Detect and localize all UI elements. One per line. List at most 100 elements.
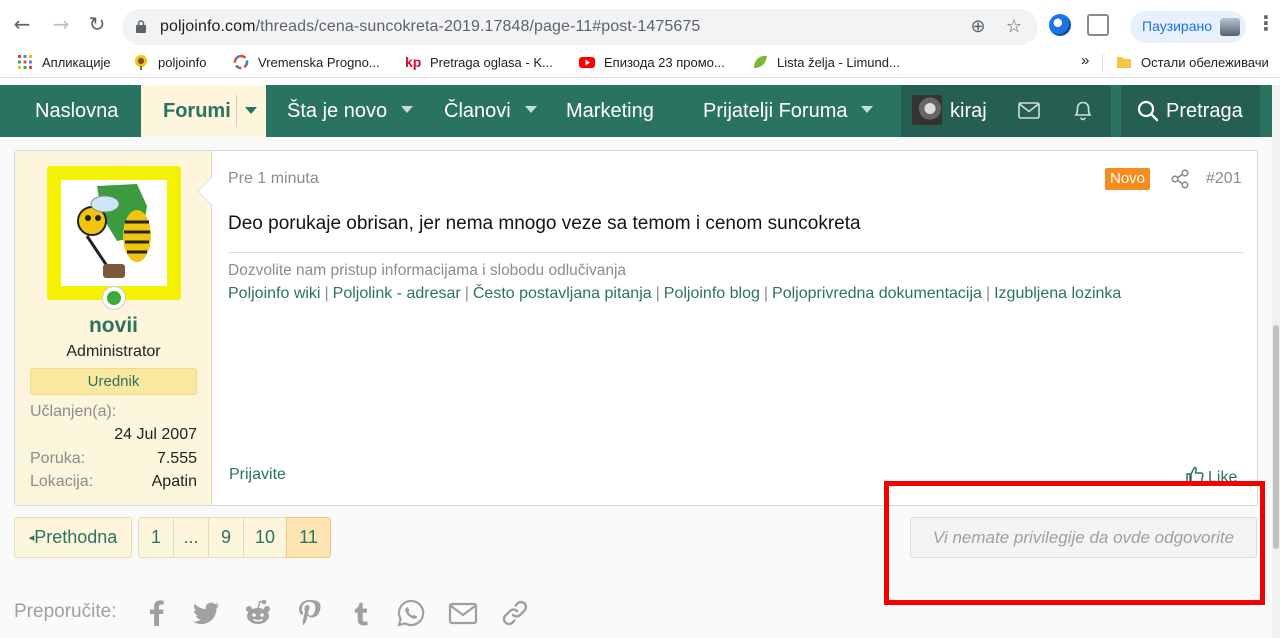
email-icon[interactable] [448,598,478,628]
reload-icon[interactable]: ↻ [85,12,109,36]
post-body: Deo porukaje obrisan, jer nema mnogo vez… [228,213,861,234]
signature-separator: | [324,285,329,302]
avatar[interactable] [912,95,942,125]
new-badge: Novo [1105,168,1150,190]
post-timestamp[interactable]: Pre 1 minuta [228,170,319,188]
forum-post: novii Administrator Urednik Učlanjen(a):… [14,150,1258,506]
twitter-icon[interactable] [191,598,221,628]
tumblr-icon[interactable] [346,598,376,628]
pagination-current-page[interactable]: 11 [286,517,331,558]
nav-marketing[interactable]: Marketing [566,85,654,137]
nav-whats-new[interactable]: Šta je novo [287,85,414,137]
nav-home[interactable]: Naslovna [35,85,118,137]
signature-link[interactable]: Poljolink - adresar [333,285,461,302]
bee-mascot-icon [61,180,167,286]
bookmark-poljoinfo[interactable]: poljoinfo [133,54,206,74]
site-navigation: Naslovna Forumi Šta je novo Članovi Mark… [0,85,1280,137]
address-bar[interactable]: poljoinfo.com/threads/cena-suncokreta-20… [122,9,1038,45]
star-bookmark-icon[interactable]: ☆ [1004,17,1024,37]
signature-tagline: Dozvolite nam pristup informacijama i sl… [228,262,627,279]
signature-link[interactable]: Poljoinfo wiki [228,285,320,302]
lock-icon [136,20,146,33]
kp-logo-icon: kp [405,54,421,70]
inbox-icon[interactable] [1018,102,1040,119]
more-menu-icon[interactable]: ⋮ [1256,12,1276,36]
pagination-page[interactable]: 10 [243,517,287,558]
svg-text:kp: kp [405,54,421,70]
folder-icon [1117,57,1131,68]
bookmark-limundo[interactable]: Lista želja - Limund... [752,54,900,74]
nav-username[interactable]: kiraj [950,85,987,137]
author-avatar[interactable] [47,166,181,300]
pagination-page[interactable]: 9 [208,517,244,558]
apps-grid-icon [18,55,32,69]
bookmarks-overflow-chevron[interactable]: » [1081,52,1089,72]
profile-avatar [1220,18,1240,36]
signature-separator: | [985,285,991,302]
nav-friends[interactable]: Prijatelji Foruma [703,85,874,137]
bookmark-apps[interactable]: Апликације [17,54,111,74]
signature-separator: | [464,285,469,302]
signature-separator: | [655,285,660,302]
signature-link[interactable]: Poljoprivredna dokumentacija [772,285,982,302]
post-author-panel: novii Administrator Urednik Učlanjen(a):… [15,151,212,505]
nav-members[interactable]: Članovi [444,85,537,137]
extension-globe-icon[interactable] [1049,14,1071,36]
highlight-box [884,481,1265,605]
pagination-skip[interactable]: ... [173,517,209,558]
pagination-page[interactable]: 1 [138,517,174,558]
browser-toolbar: ← → ↻ poljoinfo.com/threads/cena-suncokr… [0,0,1280,48]
author-banner: Urednik [30,368,197,395]
signature-separator: | [763,285,769,302]
signature-link[interactable]: Izgubljena lozinka [994,285,1121,302]
chevron-down-icon[interactable] [401,106,414,113]
nav-search-button[interactable]: Pretraga [1121,85,1260,137]
youtube-icon [579,57,595,68]
weather-ring-icon [233,54,249,70]
nav-search-label: Pretraga [1166,100,1243,122]
facebook-icon[interactable] [142,598,172,628]
bell-icon[interactable] [1073,99,1093,121]
share-label: Preporučite: [14,601,117,622]
search-icon [1137,100,1159,122]
signature-link[interactable]: Poljoinfo blog [664,285,760,302]
whatsapp-icon[interactable] [396,598,426,628]
post-number[interactable]: #201 [1206,170,1242,188]
nav-forums[interactable]: Forumi [141,85,266,137]
posts-value: 7.555 [156,450,197,467]
online-status-dot [107,291,121,305]
zoom-icon[interactable]: ⊕ [968,17,988,37]
forward-arrow-icon[interactable]: → [49,12,73,36]
bookmark-weather[interactable]: Vremenska Progno... [233,54,380,74]
author-role: Administrator [66,343,161,360]
chevron-down-icon[interactable] [524,106,537,113]
bookmark-youtube[interactable]: Епизода 23 промо... [579,54,725,74]
signature-divider [228,252,1244,253]
gmail-extension-icon[interactable] [1087,14,1109,36]
location-value: Apatin [151,473,197,490]
link-icon[interactable] [500,598,530,628]
signature-link[interactable]: Često postavljana pitanja [473,285,652,302]
bookmarks-divider [1102,54,1103,72]
sunflower-icon [135,55,147,70]
bookmark-kupujem[interactable]: kp Pretraga oglasa - K... [405,54,553,74]
author-name[interactable]: novii [15,314,212,338]
location-label: Lokacija: [30,473,94,490]
chevron-down-icon[interactable] [861,106,874,113]
bookmark-other[interactable]: Остали обележивачи [1116,54,1269,74]
pinterest-icon[interactable] [294,598,324,628]
pagination-prev-button[interactable]: ◂Prethodna [14,517,132,558]
nav-forums-separator [236,95,237,127]
report-link[interactable]: Prijavite [229,466,286,484]
back-arrow-icon[interactable]: ← [10,12,34,36]
url-text: poljoinfo.com/threads/cena-suncokreta-20… [160,18,701,35]
joined-label: Učlanjen(a): [30,403,117,420]
share-icon[interactable] [1171,169,1189,189]
joined-value: 24 Jul 2007 [114,426,197,443]
leaf-icon [754,55,767,68]
scrollbar-thumb[interactable] [1273,325,1279,549]
chevron-down-icon[interactable] [245,107,257,114]
reddit-icon[interactable] [243,598,273,628]
online-status-icon [102,286,126,310]
profile-button[interactable]: Паузирано [1130,11,1246,43]
